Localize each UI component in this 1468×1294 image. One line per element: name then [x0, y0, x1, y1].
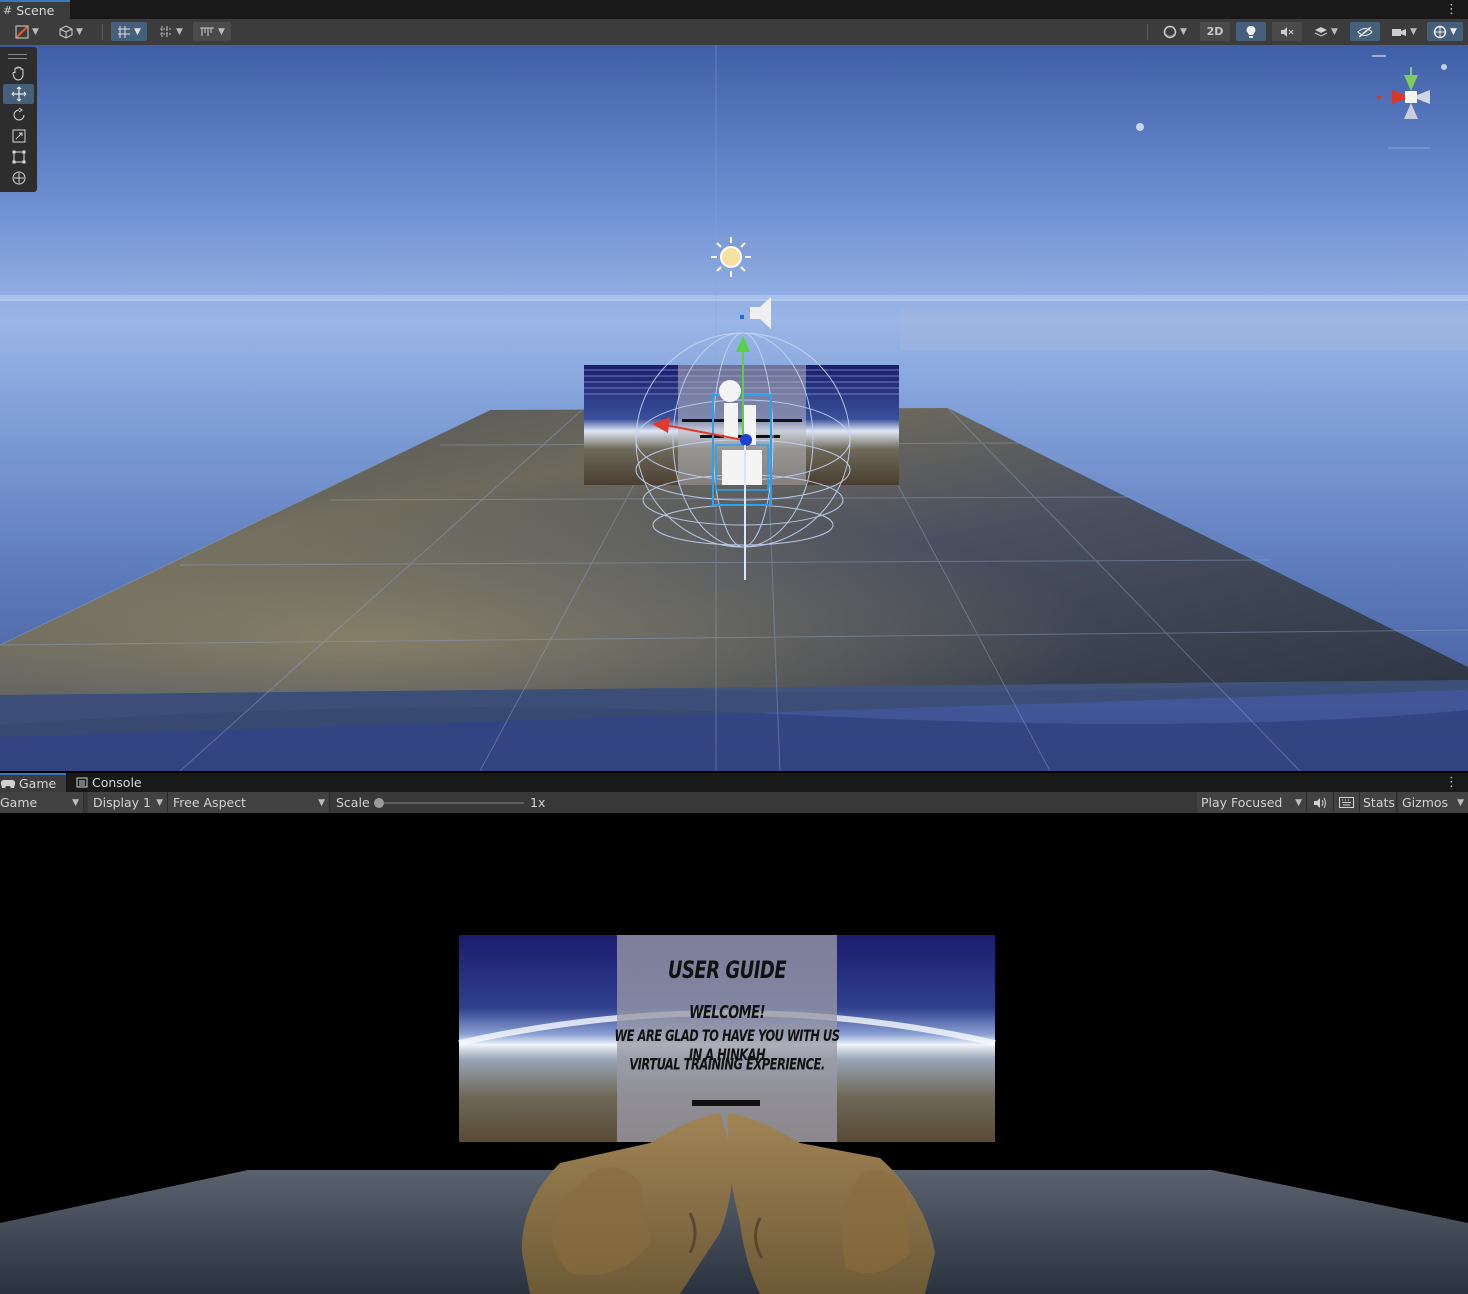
scene-view[interactable]: [0, 45, 1468, 771]
effects-toggle-button[interactable]: ▼: [1306, 22, 1346, 41]
speaker-muted-icon: [1281, 26, 1294, 37]
scale-label: Scale: [336, 795, 370, 810]
rect-tool-button[interactable]: [3, 147, 34, 167]
rotate-icon: [13, 107, 24, 121]
speaker-icon: [1314, 797, 1326, 808]
tab-game[interactable]: Game: [0, 773, 66, 792]
axis-gizmo-icon: [1372, 55, 1447, 149]
lightbulb-icon: [1246, 25, 1256, 38]
play-mode-dropdown[interactable]: Play Focused ▼: [1197, 792, 1307, 813]
tab-game-label: Game: [19, 776, 57, 791]
shortcuts-button[interactable]: [1334, 792, 1360, 813]
scene-camera-button[interactable]: ▼: [1385, 22, 1423, 41]
play-mode-value: Play Focused: [1201, 795, 1283, 810]
shading-mode-button[interactable]: ▼: [6, 22, 48, 41]
move-tool-button[interactable]: [3, 84, 34, 104]
lighting-toggle-button[interactable]: [1236, 22, 1266, 41]
sphere-icon: [1163, 25, 1177, 38]
tab-console[interactable]: Console: [72, 773, 152, 792]
console-icon: [76, 777, 88, 788]
increment-snap-button[interactable]: ▼: [193, 22, 231, 41]
scale-slider[interactable]: [374, 797, 524, 809]
shading-mode-icon: [15, 25, 29, 38]
orientation-gizmo[interactable]: [1370, 53, 1460, 163]
cube-icon: [59, 24, 73, 39]
display-dropdown[interactable]: Display 1 ▼: [88, 792, 168, 813]
guide-greeting: WELCOME!: [689, 1003, 765, 1024]
mute-audio-button[interactable]: [1307, 792, 1334, 813]
scene-tool-strip: [0, 47, 37, 192]
render-mode-button[interactable]: ▼: [1155, 22, 1195, 41]
chevron-down-icon: ▼: [1295, 797, 1302, 808]
keyboard-icon: [1339, 797, 1354, 808]
game-view[interactable]: USER GUIDE WELCOME! WE ARE GLAD TO HAVE …: [0, 813, 1468, 1294]
scene-menu-icon[interactable]: ⋮: [1445, 2, 1458, 17]
aspect-dropdown[interactable]: Free Aspect ▼: [168, 792, 330, 813]
game-toolbar: Game ▼ Display 1 ▼ Free Aspect ▼ Scale 1…: [0, 792, 1468, 813]
move-icon: [11, 86, 26, 102]
scene-viewport-graphic: [0, 45, 1468, 771]
scale-tool-button[interactable]: [3, 126, 34, 146]
drag-handle-icon[interactable]: [8, 54, 27, 59]
gizmos-toggle-button[interactable]: ▼: [1427, 22, 1463, 41]
view-type-dropdown[interactable]: Game ▼: [0, 792, 84, 813]
chevron-down-icon: ▼: [1457, 797, 1464, 808]
rotate-tool-button[interactable]: [3, 105, 34, 125]
game-tab-bar: Game Console ⋮: [0, 773, 1468, 792]
guide-line-2: VIRTUAL TRAINING EXPERIENCE.: [629, 1054, 825, 1074]
layers-icon: [1314, 26, 1328, 37]
grid-icon: [160, 25, 173, 38]
ruler-icon: [200, 27, 215, 36]
chevron-down-icon: ▼: [318, 797, 325, 808]
view-type-value: Game: [0, 795, 38, 810]
scene-visibility-button[interactable]: [1350, 22, 1380, 41]
aspect-value: Free Aspect: [173, 795, 246, 810]
camera-icon: [1392, 28, 1407, 36]
gizmos-label: Gizmos: [1402, 795, 1449, 810]
tab-console-label: Console: [92, 775, 142, 790]
hand-tool-button[interactable]: [3, 63, 34, 83]
game-menu-icon[interactable]: ⋮: [1445, 775, 1458, 790]
stats-button[interactable]: Stats: [1360, 792, 1397, 813]
toggle-2d-button[interactable]: 2D: [1200, 22, 1230, 41]
gizmos-dropdown[interactable]: Gizmos ▼: [1398, 792, 1468, 813]
transform-tool-button[interactable]: [3, 168, 34, 188]
grid-snap-button[interactable]: ▼: [111, 22, 147, 41]
tab-scene[interactable]: # Scene: [0, 0, 70, 19]
scale-value: 1x: [530, 795, 546, 810]
grid-visibility-button[interactable]: ▼: [153, 22, 189, 41]
toolbar-separator-right: [1147, 24, 1148, 40]
light-gizmo: [711, 237, 751, 277]
guide-title: USER GUIDE: [667, 956, 787, 985]
audio-toggle-button[interactable]: [1272, 22, 1302, 41]
grid-icon: #: [3, 4, 13, 17]
scene-tab-bar: # Scene ⋮: [0, 0, 1468, 19]
grid-snap-icon: [118, 25, 131, 38]
gizmo-icon: [1433, 25, 1447, 38]
eye-hidden-icon: [1357, 25, 1373, 38]
scene-toolbar: ▼ ▼ ▼ ▼ ▼ ▼ 2D ▼ ▼ ▼: [0, 19, 1468, 45]
tab-scene-label: Scene: [16, 3, 55, 18]
transform-icon: [12, 171, 25, 185]
toolbar-separator: [102, 24, 103, 40]
chevron-down-icon: ▼: [156, 797, 163, 808]
rect-transform-icon: [12, 150, 25, 164]
stats-label: Stats: [1363, 795, 1395, 810]
scale-icon: [12, 129, 25, 143]
gamepad-icon: [1, 779, 15, 788]
scale-slider-track: [376, 802, 524, 804]
hand-icon: [11, 66, 23, 81]
scale-slider-thumb[interactable]: [374, 798, 384, 808]
draw-mode-button[interactable]: ▼: [52, 22, 90, 41]
chevron-down-icon: ▼: [72, 797, 79, 808]
display-value: Display 1: [93, 795, 152, 810]
